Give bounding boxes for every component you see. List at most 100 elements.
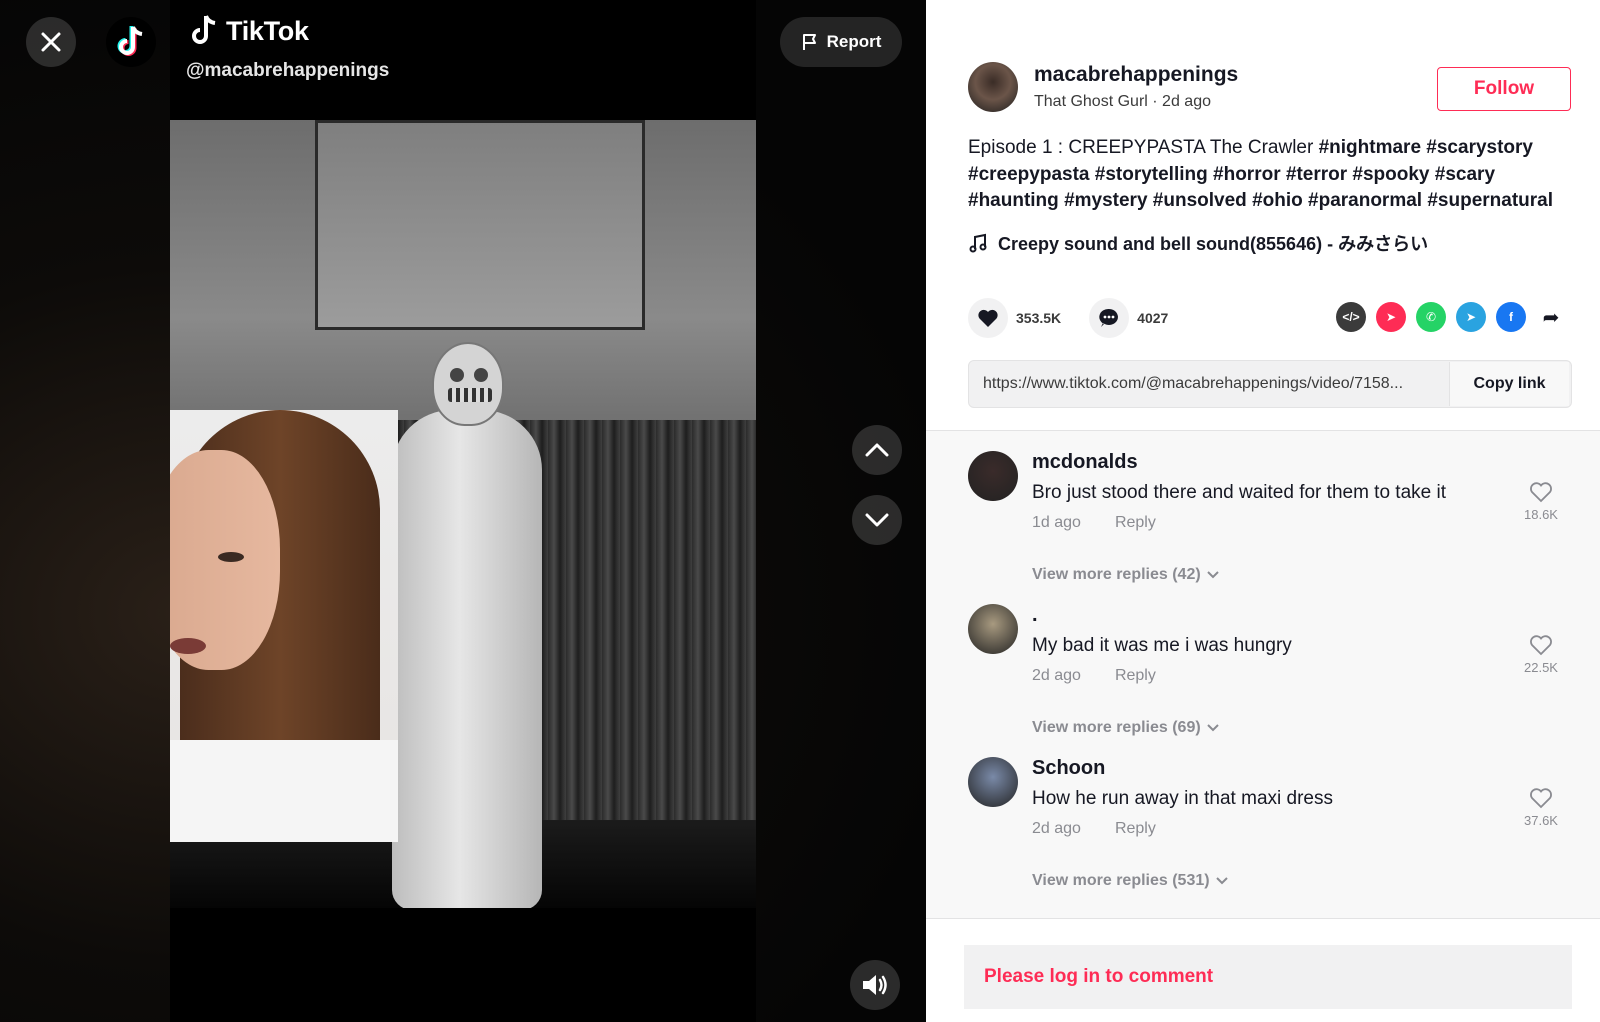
music-note-icon [969,233,987,253]
music-title: Creepy sound and bell sound(855646) - みみ… [998,234,1429,254]
share-whatsapp-icon[interactable]: ✆ [1416,302,1446,332]
details-panel: macabrehappenings That Ghost Gurl · 2d a… [926,0,1600,1022]
view-more-replies-button[interactable]: View more replies (69) [1032,719,1512,737]
like-count: 353.5K [1016,310,1062,326]
tiktok-note-icon [192,15,216,44]
hashtag-link[interactable]: #storytelling [1095,164,1208,185]
view-more-replies-label: View more replies (531) [1032,872,1210,889]
heart-outline-icon [1530,482,1552,503]
speaker-icon [863,975,887,995]
comment-username[interactable]: mcdonalds [1032,451,1512,474]
close-icon [41,32,61,52]
chevron-up-icon [865,443,889,457]
comment-text: Bro just stood there and waited for them… [1032,482,1447,503]
comment-bubble-icon [1099,308,1119,327]
volume-button[interactable] [850,960,900,1010]
share-embed-icon[interactable]: </> [1336,302,1366,332]
heart-icon [978,309,998,327]
caption-text: Episode 1 : CREEPYPASTA The Crawler [968,137,1319,158]
reply-button[interactable]: Reply [1115,667,1156,685]
report-button[interactable]: Report [780,17,902,67]
comment-stat[interactable]: 4027 [1089,298,1168,338]
tiktok-logo-button[interactable] [106,17,156,67]
share-facebook-icon[interactable]: f [1496,302,1526,332]
share-telegram-icon[interactable]: ➤ [1456,302,1486,332]
report-label: Report [826,32,882,51]
comment-button[interactable] [1089,298,1130,338]
author-info[interactable]: macabrehappenings That Ghost Gurl · 2d a… [968,62,1238,112]
brand-name: TikTok [226,15,309,46]
comment-like-button[interactable]: 22.5K [1516,634,1566,675]
hashtag-link[interactable]: #haunting [968,190,1059,211]
view-more-replies-label: View more replies (42) [1032,566,1201,583]
chevron-down-icon [1215,877,1228,885]
heart-outline-icon [1530,788,1552,809]
flag-icon [802,34,816,50]
hashtag-link[interactable]: #supernatural [1427,190,1553,211]
hashtag-link[interactable]: #mystery [1064,190,1147,211]
hashtag-link[interactable]: #terror [1286,164,1347,185]
hashtag-link[interactable]: #scary [1435,164,1495,185]
reply-button[interactable]: Reply [1115,820,1156,838]
comment-avatar[interactable] [968,451,1018,501]
close-button[interactable] [26,17,76,67]
hashtag-link[interactable]: #scarystory [1426,137,1533,158]
author-separator: · [1147,93,1163,110]
share-more-arrow-icon[interactable]: ➦ [1536,302,1566,332]
hashtag-link[interactable]: #unsolved [1153,190,1247,211]
comment-like-count: 37.6K [1524,813,1558,828]
hashtag-link[interactable]: #paranormal [1308,190,1422,211]
next-video-button[interactable] [852,495,902,545]
share-buttons: </> ➤ ✆ ➤ f ➦ [1336,302,1566,332]
follow-button[interactable]: Follow [1437,67,1571,111]
like-button[interactable] [968,298,1008,338]
comment-username[interactable]: Schoon [1032,757,1512,780]
post-time: 2d ago [1162,93,1211,110]
video-caption: Episode 1 : CREEPYPASTA The Crawler #nig… [968,135,1568,215]
comment-avatar[interactable] [968,757,1018,807]
copy-link-button[interactable]: Copy link [1449,362,1569,406]
author-avatar[interactable] [968,62,1018,112]
comment-text: How he run away in that maxi dress [1032,788,1333,809]
comment-avatar[interactable] [968,604,1018,654]
tiktok-logo-icon [117,26,143,56]
video-handle: @macabrehappenings [186,60,390,81]
view-more-replies-button[interactable]: View more replies (42) [1032,566,1512,584]
reply-button[interactable]: Reply [1115,514,1156,532]
chevron-down-icon [1206,571,1219,579]
hashtag-link[interactable]: #horror [1213,164,1281,185]
comment-text: My bad it was me i was hungry [1032,635,1292,656]
engagement-stats: 353.5K 4027 [968,298,1196,338]
like-stat[interactable]: 353.5K [968,298,1061,338]
login-to-comment-button[interactable]: Please log in to comment [964,945,1572,1009]
view-more-replies-label: View more replies (69) [1032,719,1201,736]
comments-list[interactable]: mcdonalds Bro just stood there and waited… [926,430,1600,918]
comment-time: 2d ago [1032,667,1081,684]
share-send-to-friends-icon[interactable]: ➤ [1376,302,1406,332]
tiktok-brand: TikTok [190,14,309,48]
comment-count: 4027 [1137,310,1169,326]
video-player[interactable]: TikTok @macabrehappenings Report [0,0,926,1022]
hashtag-link[interactable]: #spooky [1352,164,1429,185]
chevron-down-icon [865,513,889,527]
hashtag-link[interactable]: #creepypasta [968,164,1089,185]
video-link-url[interactable]: https://www.tiktok.com/@macabrehappening… [969,375,1449,393]
comment-time: 2d ago [1032,820,1081,837]
view-more-replies-button[interactable]: View more replies (531) [1032,872,1512,890]
video-link-box: https://www.tiktok.com/@macabrehappening… [968,360,1572,408]
heart-outline-icon [1530,635,1552,656]
comment-like-button[interactable]: 18.6K [1516,481,1566,522]
hashtag-link[interactable]: #nightmare [1319,137,1421,158]
video-content-image [170,120,756,908]
chevron-down-icon [1206,724,1219,732]
music-link[interactable]: Creepy sound and bell sound(855646) - みみ… [968,230,1428,256]
author-username[interactable]: macabrehappenings [1034,63,1238,87]
comment-time: 1d ago [1032,514,1081,531]
comment-like-button[interactable]: 37.6K [1516,787,1566,828]
comment-username[interactable]: . [1032,604,1512,627]
author-subtitle: That Ghost Gurl · 2d ago [1034,93,1238,111]
author-nickname: That Ghost Gurl [1034,93,1148,110]
divider [926,918,1600,919]
previous-video-button[interactable] [852,425,902,475]
hashtag-link[interactable]: #ohio [1252,190,1303,211]
